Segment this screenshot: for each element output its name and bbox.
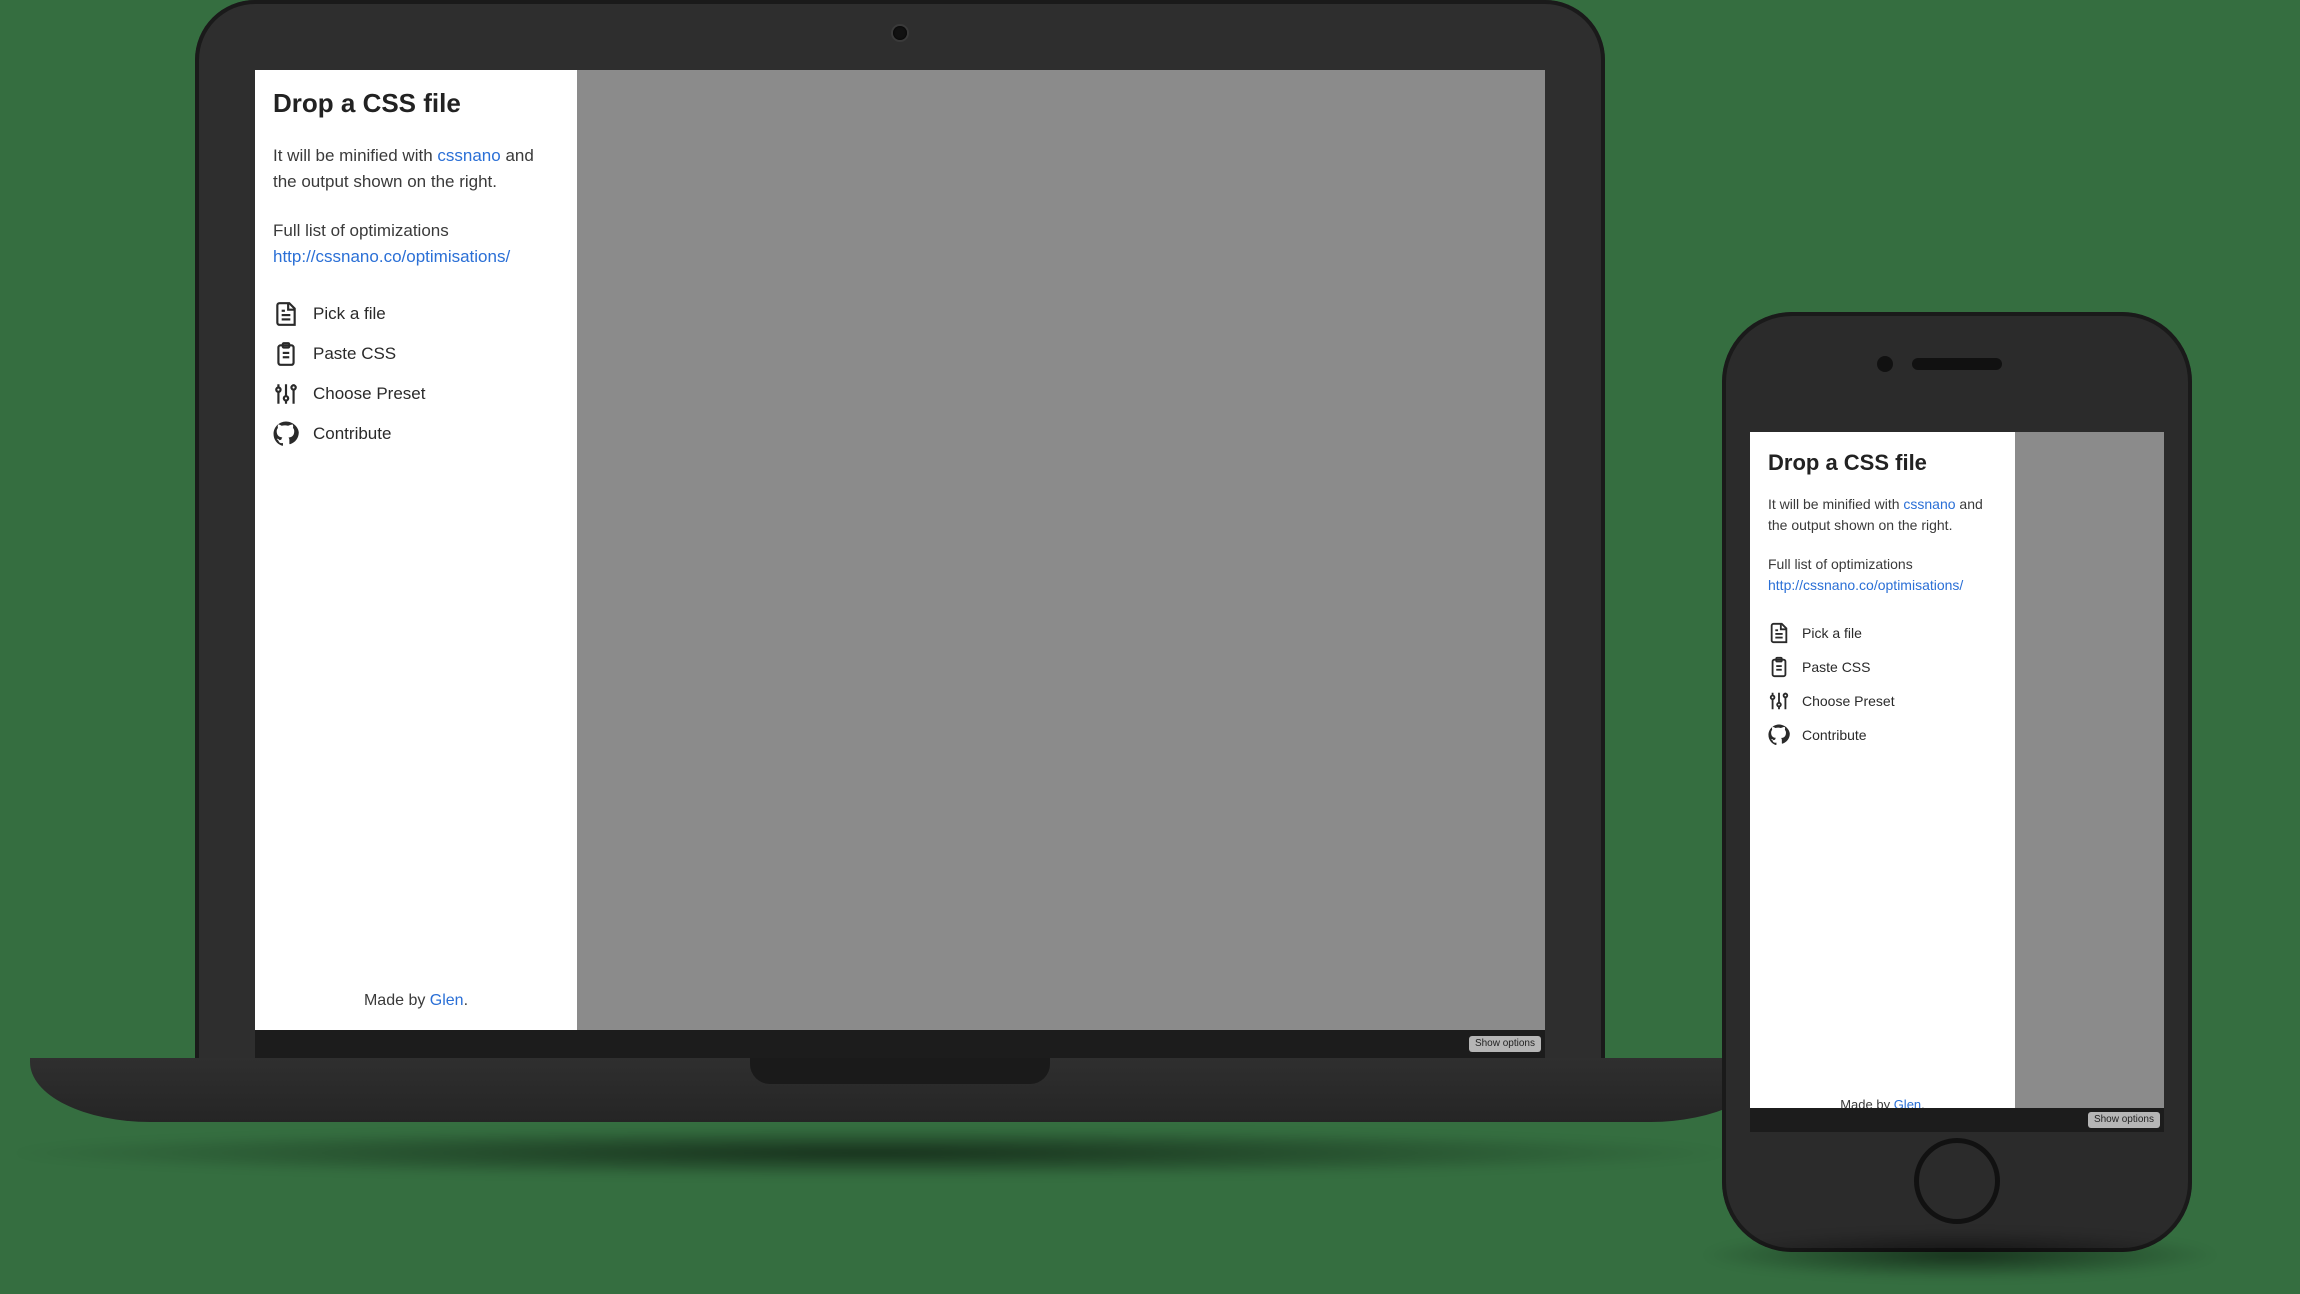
footer: Made by Glen. (273, 992, 559, 1014)
github-icon (273, 421, 299, 447)
description-prefix: It will be minified with (273, 146, 437, 165)
phone-device-frame: Drop a CSS file It will be minified with… (1722, 312, 2192, 1252)
footer-prefix: Made by (364, 992, 430, 1009)
paste-css-label: Paste CSS (313, 344, 396, 364)
optimisations-link[interactable]: http://cssnano.co/optimisations/ (1768, 577, 1963, 593)
page-title: Drop a CSS file (1768, 450, 1997, 476)
show-options-button[interactable]: Show options (1469, 1036, 1541, 1052)
optimisations-block: Full list of optimizations http://cssnan… (1768, 554, 1997, 596)
choose-preset-button[interactable]: Choose Preset (1768, 690, 1997, 712)
optimisations-label: Full list of optimizations (1768, 556, 1913, 572)
clipboard-icon (1768, 656, 1790, 678)
pick-file-label: Pick a file (1802, 625, 1862, 641)
phone-shadow (1700, 1230, 2220, 1280)
contribute-button[interactable]: Contribute (273, 421, 559, 447)
phone-home-button[interactable] (1914, 1138, 2000, 1224)
paste-css-label: Paste CSS (1802, 659, 1870, 675)
file-icon (273, 301, 299, 327)
author-link[interactable]: Glen (430, 992, 464, 1009)
description: It will be minified with cssnano and the… (1768, 494, 1997, 536)
laptop-shadow (0, 1128, 1740, 1178)
optimisations-block: Full list of optimizations http://cssnan… (273, 218, 559, 269)
contribute-label: Contribute (1802, 727, 1867, 743)
laptop-trackpad-notch (750, 1058, 1050, 1084)
app-phone: Drop a CSS file It will be minified with… (1750, 432, 2164, 1132)
choose-preset-label: Choose Preset (1802, 693, 1895, 709)
sidebar: Drop a CSS file It will be minified with… (1750, 432, 2015, 1132)
pick-file-button[interactable]: Pick a file (1768, 622, 1997, 644)
phone-screen: Drop a CSS file It will be minified with… (1750, 432, 2164, 1132)
contribute-label: Contribute (313, 424, 391, 444)
optimisations-label: Full list of optimizations (273, 221, 449, 240)
output-pane[interactable] (577, 70, 1545, 1030)
choose-preset-label: Choose Preset (313, 384, 425, 404)
laptop-menubar: Show options (255, 1030, 1545, 1058)
description-prefix: It will be minified with (1768, 496, 1903, 512)
cssnano-link[interactable]: cssnano (437, 146, 500, 165)
laptop-device-frame: Drop a CSS file It will be minified with… (30, 0, 1770, 1182)
laptop-camera-icon (893, 26, 907, 40)
clipboard-icon (273, 341, 299, 367)
output-pane[interactable] (2015, 432, 2164, 1132)
description: It will be minified with cssnano and the… (273, 143, 559, 194)
show-options-button[interactable]: Show options (2088, 1112, 2160, 1128)
pick-file-label: Pick a file (313, 304, 386, 324)
app-laptop: Drop a CSS file It will be minified with… (255, 70, 1545, 1030)
github-icon (1768, 724, 1790, 746)
sliders-icon (1768, 690, 1790, 712)
laptop-screen: Drop a CSS file It will be minified with… (255, 70, 1545, 1030)
page-title: Drop a CSS file (273, 88, 559, 119)
actions-list: Pick a file Paste CSS Choose Preset (273, 301, 559, 447)
choose-preset-button[interactable]: Choose Preset (273, 381, 559, 407)
pick-file-button[interactable]: Pick a file (273, 301, 559, 327)
paste-css-button[interactable]: Paste CSS (273, 341, 559, 367)
contribute-button[interactable]: Contribute (1768, 724, 1997, 746)
optimisations-link[interactable]: http://cssnano.co/optimisations/ (273, 247, 510, 266)
file-icon (1768, 622, 1790, 644)
phone-camera-icon (1877, 356, 1893, 372)
sidebar: Drop a CSS file It will be minified with… (255, 70, 577, 1030)
phone-menubar: Show options (1750, 1108, 2164, 1132)
cssnano-link[interactable]: cssnano (1903, 496, 1955, 512)
footer-suffix: . (464, 992, 468, 1009)
spacer (273, 447, 559, 992)
actions-list: Pick a file Paste CSS Choose Preset (1768, 622, 1997, 746)
paste-css-button[interactable]: Paste CSS (1768, 656, 1997, 678)
phone-speaker-icon (1912, 358, 2002, 370)
laptop-base (30, 1058, 1770, 1122)
sliders-icon (273, 381, 299, 407)
spacer (1768, 746, 1997, 1097)
